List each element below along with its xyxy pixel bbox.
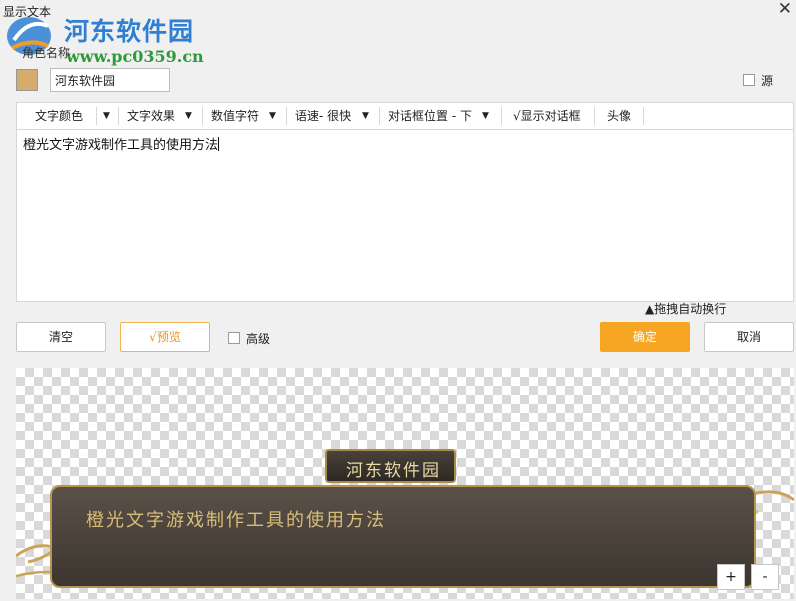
dialog-position-dropdown-icon[interactable]: ▼ [482,103,489,129]
toolbar-divider [118,107,119,125]
watermark-name: 河东软件园 [64,17,195,46]
clear-button[interactable]: 清空 [16,322,106,352]
toolbar-divider [286,107,287,125]
text-caret [218,137,220,151]
avatar-button[interactable]: 头像 [607,103,631,129]
speed-dropdown-icon[interactable]: ▼ [362,103,369,129]
drag-wrap-hint[interactable]: ▲拖拽自动换行 [645,300,726,317]
toolbar-divider [202,107,203,125]
editor-text: 橙光文字游戏制作工具的使用方法 [23,138,219,153]
advanced-checkbox[interactable] [228,332,240,344]
number-char-button[interactable]: 数值字符 [211,103,259,129]
toolbar-divider [96,107,97,125]
dialog-position-button[interactable]: 对话框位置 - 下 [388,103,472,129]
text-color-button[interactable]: 文字颜色 [35,103,83,129]
watermark-url: www.pc0359.cn [66,47,204,66]
text-color-dropdown-icon[interactable]: ▼ [103,103,110,129]
role-color-swatch[interactable] [16,69,38,91]
toolbar-divider [594,107,595,125]
zoom-out-button[interactable]: - [751,564,779,590]
close-icon[interactable]: ✕ [778,0,792,19]
text-effect-button[interactable]: 文字效果 [127,103,175,129]
number-char-dropdown-icon[interactable]: ▼ [269,103,276,129]
preview-dialog-text: 橙光文字游戏制作工具的使用方法 [86,510,386,531]
source-label: 源 [761,74,774,88]
cancel-button[interactable]: 取消 [704,322,794,352]
role-name-input[interactable] [50,68,170,92]
preview-name-text: 河东软件园 [346,461,441,481]
show-dialog-button[interactable]: √显示对话框 [513,103,581,129]
ok-button[interactable]: 确定 [600,322,690,352]
role-name-label: 角色名称 [22,46,71,60]
text-editor[interactable]: 橙光文字游戏制作工具的使用方法 [16,130,794,302]
zoom-in-button[interactable]: + [717,564,745,590]
toolbar-divider [643,107,644,125]
dialog-box [50,485,756,588]
preview-canvas: 橙光文字游戏制作工具的使用方法 河东软件园 + - [16,368,794,599]
preview-button[interactable]: √预览 [120,322,210,352]
toolbar-divider [379,107,380,125]
speed-button[interactable]: 语速- 很快 [295,103,351,129]
source-checkbox[interactable] [743,74,755,86]
toolbar-divider [501,107,502,125]
text-toolbar: 文字颜色 ▼ 文字效果 ▼ 数值字符 ▼ 语速- 很快 ▼ 对话框位置 - 下 … [16,102,794,130]
advanced-label: 高级 [246,332,271,346]
text-effect-dropdown-icon[interactable]: ▼ [185,103,192,129]
